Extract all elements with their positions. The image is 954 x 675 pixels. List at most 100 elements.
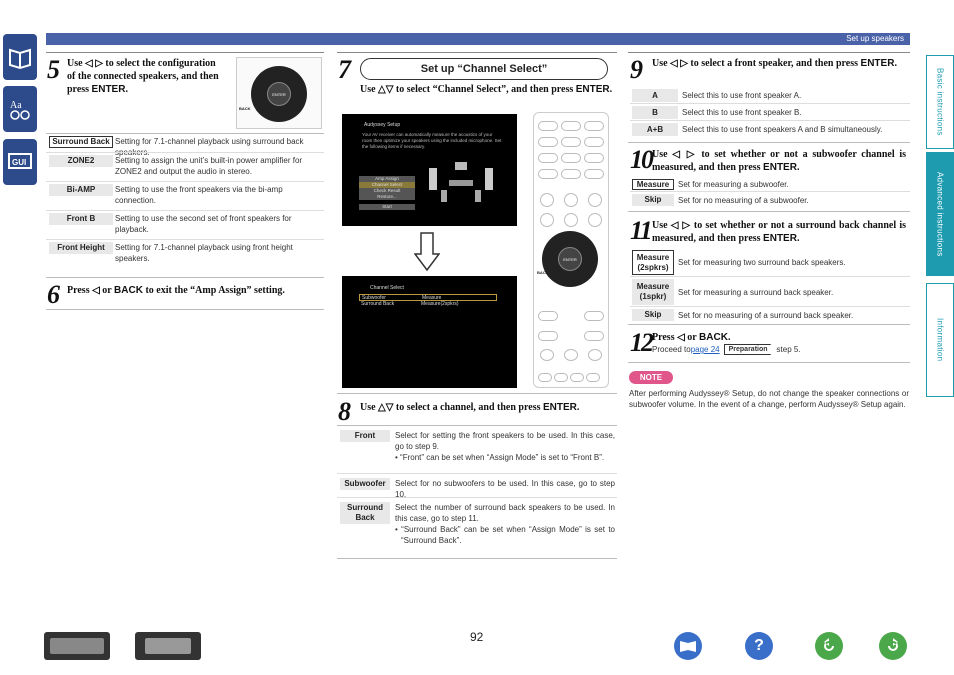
remote-button	[564, 213, 578, 227]
remote-button	[538, 121, 558, 131]
remote-button	[586, 373, 600, 382]
table-row: B Select this to use front speaker B.	[630, 104, 910, 121]
remote-button	[584, 121, 604, 131]
option-description: Setting to assign the unit’s built-in po…	[115, 156, 303, 176]
note-text: After performing Audyssey® Setup, do not…	[629, 389, 909, 409]
table-row: Front Select for setting the front speake…	[337, 426, 617, 474]
remote-button	[554, 373, 568, 382]
step-11-number: 11	[630, 216, 653, 245]
table-row: Measure (1spkr) Set for measuring a surro…	[630, 277, 910, 307]
back-arrow-icon[interactable]	[815, 632, 843, 660]
table-row: ZONE2 Setting to assign the unit’s built-…	[46, 153, 324, 182]
remote-button	[588, 349, 602, 361]
option-label: Skip	[632, 194, 674, 206]
option-description: Select for setting the front speakers to…	[395, 430, 615, 463]
option-label: Skip	[632, 309, 674, 321]
option-description: Select this to use front speaker B.	[682, 108, 802, 117]
header-bar: Set up speakers	[46, 33, 910, 45]
screen-description: Your AV receiver can automatically measu…	[362, 132, 502, 149]
step-9-instruction: Use ◁ ▷ to select a front speaker, and t…	[652, 58, 897, 69]
tab-basic-instructions[interactable]: Basic instructions	[926, 55, 954, 149]
option-label: Front B	[49, 213, 113, 225]
back-key-label: BACK	[239, 106, 251, 111]
step-12-instruction: Press ◁ or BACK.	[652, 332, 731, 343]
screen-title: Channel Select	[370, 285, 404, 291]
description-line: Select for setting the front speakers to…	[395, 431, 615, 451]
section-title: Set up speakers	[846, 34, 904, 43]
remote-button	[561, 153, 581, 163]
option-label: A	[632, 89, 678, 102]
contents-book-icon[interactable]	[674, 632, 702, 660]
remote-button	[540, 193, 554, 207]
step-10-number: 10	[630, 145, 654, 174]
option-description: Set for measuring a surround back speake…	[678, 287, 834, 297]
option-description: Select the number of surround back speak…	[395, 502, 615, 546]
option-description: Set for no measuring of a subwoofer.	[678, 195, 809, 205]
tab-information[interactable]: Information	[926, 283, 954, 397]
table-row: A Select this to use front speaker A.	[630, 87, 910, 104]
audyssey-setup-screen: Audyssey Setup Your AV receiver can auto…	[342, 114, 517, 226]
step-7-number: 7	[338, 55, 351, 84]
remote-button	[538, 373, 552, 382]
remote-button	[538, 331, 558, 341]
remote-button	[584, 331, 604, 341]
option-description: Setting to use the second set of front s…	[115, 214, 292, 234]
step-7-instruction: Use △▽ to select “Channel Select”, and t…	[360, 84, 613, 95]
front-panel-button[interactable]	[44, 632, 110, 660]
option-description: Setting to use the front speakers via th…	[115, 185, 283, 205]
step-6-number: 6	[47, 280, 60, 309]
step-10-instruction: Use ◁ ▷ to set whether or not a subwoofe…	[652, 149, 906, 173]
step-12-number: 12	[630, 328, 654, 357]
back-key-label: BACK	[537, 270, 549, 275]
option-label: Bi-AMP	[49, 184, 113, 196]
option-label: Measure	[632, 179, 674, 190]
option-description: Setting for 7.1-channel playback using f…	[115, 243, 293, 263]
screen-title: Audyssey Setup	[364, 122, 401, 128]
remote-button	[538, 137, 558, 147]
remote-button	[561, 169, 581, 179]
index-icon[interactable]: Aa	[3, 86, 37, 132]
remote-control-button[interactable]	[135, 632, 201, 660]
step-8-instruction: Use △▽ to select a channel, and then pre…	[360, 402, 580, 413]
screen-row: Surround Back Measure(2spkrs)	[359, 301, 497, 308]
remote-button	[538, 311, 558, 321]
down-arrow-icon	[413, 232, 441, 277]
option-description: Set for no measuring of a surround back …	[678, 310, 854, 320]
step-5-number: 5	[47, 55, 60, 84]
page-24-link[interactable]: page 24	[691, 345, 720, 354]
help-question-icon[interactable]: ?	[745, 632, 773, 660]
note-badge: NOTE	[629, 371, 673, 384]
remote-control-illustration: ENTER BACK	[533, 112, 609, 388]
table-row: Front Height Setting for 7.1-channel play…	[46, 240, 324, 269]
step-12-proceed: Proceed to page 24 Preparation step 5.	[652, 344, 801, 355]
description-line: • “Front” can be set when “Assign Mode” …	[395, 453, 605, 462]
remote-button	[540, 213, 554, 227]
remote-button	[570, 373, 584, 382]
svg-text:Aa: Aa	[10, 100, 22, 111]
description-line: • “Surround Back” can be set when “Assig…	[395, 525, 615, 545]
step-7-title: Set up “Channel Select”	[360, 58, 608, 80]
step-8-number: 8	[338, 397, 351, 426]
table-row: Bi-AMP Setting to use the front speakers …	[46, 182, 324, 211]
option-label: Subwoofer	[340, 478, 390, 490]
table-row: Measure (2spkrs) Set for measuring two su…	[630, 248, 910, 277]
gui-icon[interactable]: GUI	[3, 139, 37, 185]
remote-button	[538, 169, 558, 179]
table-row: A+B Select this to use front speakers A a…	[630, 121, 910, 138]
tab-advanced-instructions[interactable]: Advanced instructions	[926, 152, 954, 276]
remote-illustration: ENTER BACK	[236, 57, 322, 129]
remote-button	[564, 193, 578, 207]
option-label: Measure (1spkr)	[632, 279, 674, 305]
option-label: A+B	[632, 123, 678, 136]
remote-button	[561, 137, 581, 147]
step-6-instruction: Press ◁ or BACK to exit the “Amp Assign”…	[67, 285, 285, 296]
remote-button	[584, 311, 604, 321]
contents-icon[interactable]	[3, 34, 37, 80]
forward-arrow-icon[interactable]	[879, 632, 907, 660]
step-5-instruction: Use ◁ ▷ to select the configuration of t…	[67, 58, 219, 95]
remote-button	[538, 153, 558, 163]
step-9-number: 9	[630, 55, 643, 84]
screen-menu-item: Restore...	[359, 194, 415, 200]
svg-text:GUI: GUI	[12, 158, 26, 167]
screen-menu-item: Start	[359, 204, 415, 210]
